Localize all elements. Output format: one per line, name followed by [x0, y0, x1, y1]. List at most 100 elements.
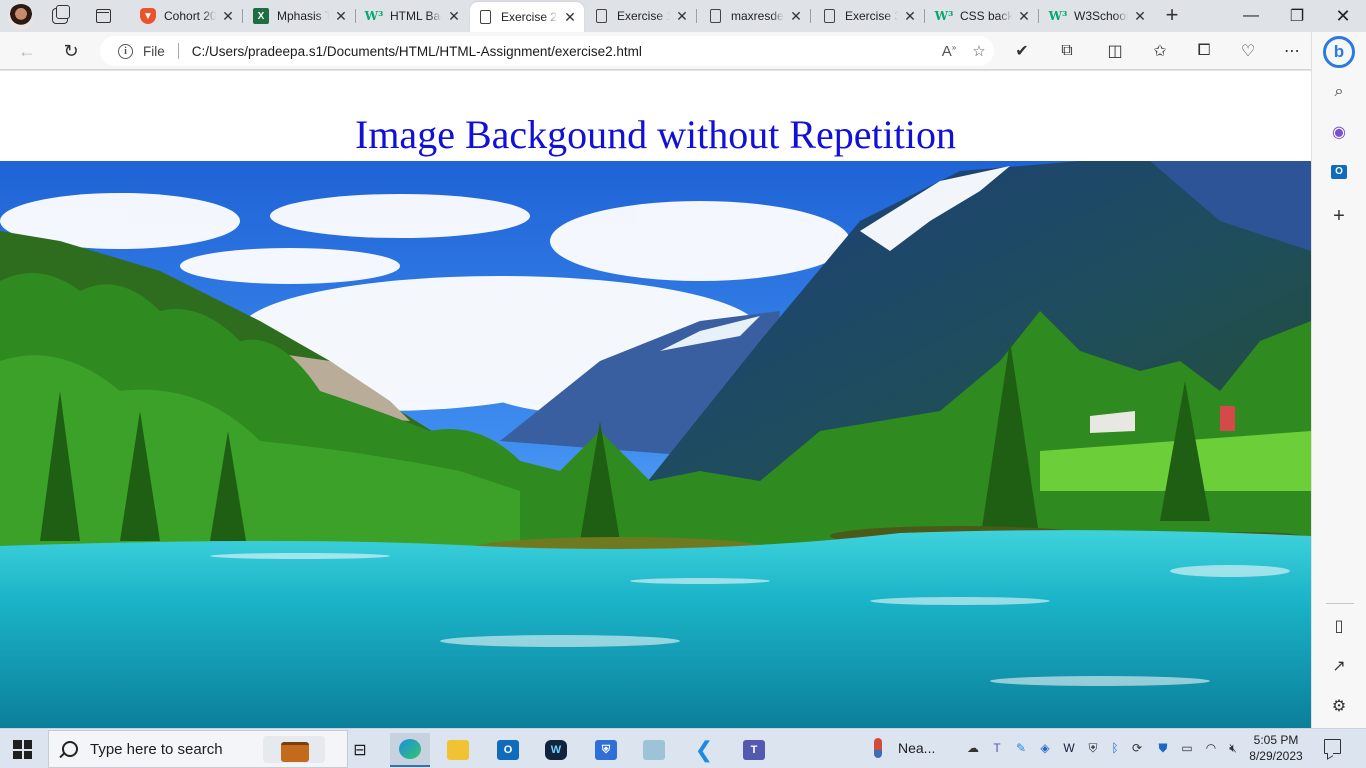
page-viewport: Image Backgound without Repetition: [0, 71, 1311, 728]
tab-0[interactable]: ▼ Cohort 2023 ✕: [132, 4, 243, 28]
battery-icon[interactable]: ▭: [1178, 739, 1196, 757]
tab-title: Mphasis Training: [277, 9, 329, 23]
bluetooth-icon[interactable]: ᛒ: [1106, 739, 1124, 757]
brave-icon: ▼: [140, 8, 156, 24]
performance-icon[interactable]: ♡: [1236, 40, 1260, 62]
close-icon[interactable]: ✕: [220, 8, 236, 25]
webex-icon[interactable]: W: [536, 733, 576, 767]
tab-1[interactable]: X Mphasis Training ✕: [245, 4, 356, 28]
system-clock[interactable]: 5:05 PM 8/29/2023: [1248, 732, 1304, 764]
landscape-background-image: [0, 161, 1311, 728]
address-bar[interactable]: i File C:/Users/pradeepa.s1/Documents/HT…: [100, 36, 994, 66]
tab-title: Exercise 1: [617, 9, 670, 23]
edge-app-icon[interactable]: [390, 733, 430, 767]
w3schools-icon: W³: [1048, 9, 1068, 23]
defender-icon[interactable]: ⛨: [1084, 739, 1102, 757]
weather-label: Nea...: [898, 740, 936, 756]
briefcase-icon[interactable]: [263, 736, 325, 763]
teams-icon[interactable]: T: [734, 733, 774, 767]
start-windows-icon[interactable]: [13, 740, 32, 759]
split-screen-icon[interactable]: ◫: [1103, 40, 1127, 62]
tab-6[interactable]: Exercise 3 ✕: [814, 4, 925, 28]
task-view-icon[interactable]: ⊟: [340, 733, 380, 767]
close-icon[interactable]: ✕: [674, 8, 690, 25]
notifications-icon[interactable]: [1324, 739, 1341, 754]
document-icon: [596, 9, 607, 23]
search-icon: [62, 741, 78, 757]
tab-title: Cohort 2023: [164, 9, 216, 23]
new-tab-icon[interactable]: +: [1162, 4, 1182, 26]
document-icon: [710, 9, 721, 23]
tab-2[interactable]: W³ HTML Background ✕: [358, 4, 468, 28]
thermometer-icon: [874, 738, 882, 758]
tab-strip: ▼ Cohort 2023 ✕ X Mphasis Training ✕ W³ …: [0, 0, 1366, 32]
document-icon: [824, 9, 835, 23]
onedrive-icon[interactable]: ☁: [964, 739, 982, 757]
favorite-star-icon[interactable]: ☆: [964, 42, 994, 60]
outlook-icon[interactable]: O: [1327, 160, 1351, 184]
search-placeholder: Type here to search: [90, 740, 223, 758]
close-icon[interactable]: ✕: [902, 8, 918, 25]
back-arrow-icon[interactable]: ←: [16, 40, 38, 62]
tab-5[interactable]: maxresdefault ✕: [700, 4, 811, 28]
restore-icon[interactable]: ❐: [1274, 0, 1320, 32]
open-external-icon[interactable]: ↗: [1327, 654, 1351, 678]
pen-icon[interactable]: ✎: [1012, 739, 1030, 757]
taskbar-search-box[interactable]: Type here to search: [48, 730, 348, 768]
checkmark-shield-icon[interactable]: ✔: [1010, 40, 1034, 62]
scheme-label: File: [143, 43, 165, 59]
tab-4[interactable]: Exercise 1 ✕: [586, 4, 697, 28]
extensions-icon[interactable]: ⧉: [1055, 40, 1079, 62]
vpn-icon[interactable]: ◈: [1036, 739, 1054, 757]
close-icon[interactable]: ✕: [1132, 8, 1148, 25]
tab-title: W3Schools: [1074, 9, 1128, 23]
close-icon[interactable]: ✕: [562, 9, 578, 26]
favorites-icon[interactable]: ✩: [1148, 40, 1172, 62]
office-icon[interactable]: ◉: [1327, 120, 1351, 144]
tab-title: Exercise 2: [501, 10, 558, 24]
collections-icon[interactable]: ⧠: [1192, 40, 1216, 62]
tab-title: Exercise 3: [845, 9, 898, 23]
profile-avatar[interactable]: [8, 4, 34, 30]
w3schools-icon: W³: [934, 9, 954, 23]
read-aloud-icon[interactable]: A»: [934, 43, 964, 60]
vscode-icon[interactable]: ❮: [684, 733, 724, 767]
copilot-icon[interactable]: b: [1323, 36, 1355, 68]
tab-8[interactable]: W³ W3Schools ✕: [1042, 4, 1154, 28]
tab-title: maxresdefault: [731, 9, 784, 23]
tab-title: HTML Background: [390, 9, 442, 23]
wifi-icon[interactable]: ◠: [1202, 739, 1220, 757]
cloud-sync-icon[interactable]: ⟳: [1128, 739, 1146, 757]
refresh-icon[interactable]: ↻: [60, 40, 82, 62]
browser-toolbar: ← ↻ i File C:/Users/pradeepa.s1/Document…: [0, 32, 1366, 70]
file-explorer-icon[interactable]: [438, 733, 478, 767]
notepad-icon[interactable]: [634, 733, 674, 767]
close-icon[interactable]: ✕: [1016, 8, 1032, 25]
document-icon: [480, 10, 491, 24]
teams-tray-icon[interactable]: T: [988, 739, 1006, 757]
close-window-icon[interactable]: ✕: [1320, 0, 1366, 32]
w3schools-icon: W³: [364, 9, 384, 23]
outlook-app-icon[interactable]: O: [488, 733, 528, 767]
shield-tray-icon[interactable]: ⛊: [1154, 739, 1172, 757]
settings-gear-icon[interactable]: ⚙: [1327, 694, 1351, 718]
close-icon[interactable]: ✕: [333, 8, 349, 25]
tab-3-active[interactable]: Exercise 2 ✕: [470, 2, 584, 32]
info-icon[interactable]: i: [118, 43, 133, 59]
minimize-icon[interactable]: —: [1228, 0, 1274, 32]
workspaces-icon[interactable]: [52, 5, 70, 24]
url-text[interactable]: C:/Users/pradeepa.s1/Documents/HTML/HTML…: [192, 44, 934, 59]
weather-widget[interactable]: Nea...: [874, 738, 935, 758]
add-icon[interactable]: +: [1327, 204, 1351, 228]
tab-7[interactable]: W³ CSS background ✕: [928, 4, 1039, 28]
vertical-tabs-icon[interactable]: [96, 9, 111, 23]
sidebar-toggle-icon[interactable]: ▯: [1327, 614, 1351, 638]
more-menu-icon[interactable]: ⋯: [1280, 40, 1304, 62]
webex-tray-icon[interactable]: W: [1060, 739, 1078, 757]
close-icon[interactable]: ✕: [788, 8, 804, 25]
security-app-icon[interactable]: ⛨: [586, 733, 626, 767]
clock-time: 5:05 PM: [1253, 733, 1299, 747]
search-icon[interactable]: ⌕: [1327, 80, 1351, 104]
volume-mute-icon[interactable]: 🔇︎: [1224, 739, 1242, 757]
close-icon[interactable]: ✕: [446, 8, 462, 25]
